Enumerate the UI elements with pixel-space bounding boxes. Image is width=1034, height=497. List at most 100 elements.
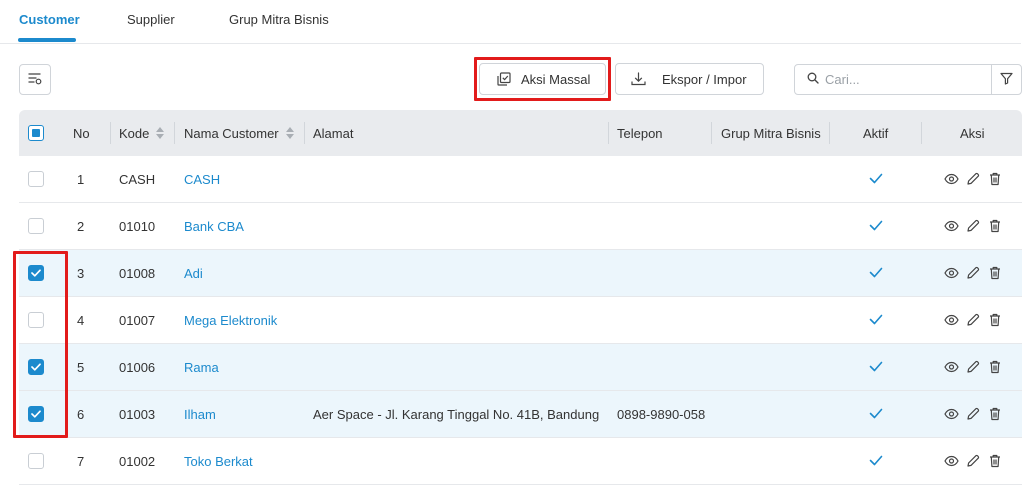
cell-aktif (869, 391, 883, 437)
bulk-action-label: Aksi Massal (521, 71, 591, 87)
cell-aksi (943, 156, 1003, 202)
eye-icon[interactable] (943, 406, 959, 422)
bulk-select-icon (497, 72, 511, 86)
cell-kode: 01010 (119, 218, 156, 234)
pencil-icon[interactable] (965, 265, 981, 281)
export-import-label: Ekspor / Impor (662, 71, 747, 87)
pencil-icon[interactable] (965, 171, 981, 187)
table-row: 2 01010 Bank CBA (19, 203, 1022, 250)
eye-icon[interactable] (943, 218, 959, 234)
trash-icon[interactable] (987, 312, 1003, 328)
tab-supplier[interactable]: Supplier (127, 12, 175, 44)
cell-kode: 01003 (119, 406, 156, 422)
cell-aksi (943, 297, 1003, 343)
cell-kode: 01007 (119, 312, 156, 328)
cell-no: 1 (77, 171, 85, 187)
column-settings-icon (28, 72, 42, 88)
row-checkbox[interactable] (28, 453, 44, 469)
header-no: No (73, 125, 90, 141)
active-tab-indicator (18, 38, 76, 42)
select-all-cell (28, 110, 44, 156)
filter-button[interactable] (991, 64, 1022, 95)
cell-aksi (943, 250, 1003, 296)
cell-aktif (869, 344, 883, 390)
cell-no: 4 (77, 312, 85, 328)
trash-icon[interactable] (987, 406, 1003, 422)
trash-icon[interactable] (987, 453, 1003, 469)
header-nama-customer[interactable]: Nama Customer (184, 110, 294, 156)
customer-name-link[interactable]: CASH (184, 156, 220, 202)
check-icon (869, 313, 883, 328)
bulk-action-button[interactable]: Aksi Massal (479, 63, 606, 95)
trash-icon[interactable] (987, 265, 1003, 281)
cell-kode: CASH (119, 171, 156, 187)
customer-name-link[interactable]: Adi (184, 250, 203, 296)
cell-aktif (869, 438, 883, 484)
row-checkbox[interactable] (28, 218, 44, 234)
pencil-icon[interactable] (965, 312, 981, 328)
cell-no: 3 (77, 265, 85, 281)
row-checkbox[interactable] (28, 359, 44, 375)
header-kode[interactable]: Kode (119, 110, 165, 156)
select-all-checkbox[interactable] (28, 125, 44, 141)
eye-icon[interactable] (943, 265, 959, 281)
eye-icon[interactable] (943, 359, 959, 375)
cell-aktif (869, 156, 883, 202)
trash-icon[interactable] (987, 359, 1003, 375)
cell-telepon: 0898-9890-058 (617, 406, 706, 422)
table-row: 4 01007 Mega Elektronik (19, 297, 1022, 344)
export-import-button[interactable]: Ekspor / Impor (615, 63, 764, 95)
table-row: 6 01003 Ilham Aer Space - Jl. Karang Tingga… (19, 391, 1022, 438)
row-select-cell (28, 391, 44, 437)
cell-aktif (869, 297, 883, 343)
sort-icon (156, 127, 165, 139)
check-icon (869, 407, 883, 422)
trash-icon[interactable] (987, 171, 1003, 187)
tab-grup-mitra-bisnis[interactable]: Grup Mitra Bisnis (229, 12, 329, 44)
cell-kode: 01008 (119, 265, 156, 281)
table-row: 1 CASH CASH (19, 156, 1022, 203)
cell-kode: 01006 (119, 359, 156, 375)
row-checkbox[interactable] (28, 406, 44, 422)
search-input[interactable] (825, 72, 975, 87)
row-select-cell (28, 156, 44, 202)
tab-bar: Customer Supplier Grup Mitra Bisnis (0, 0, 1021, 44)
customer-name-link[interactable]: Toko Berkat (184, 438, 253, 484)
check-icon (869, 360, 883, 375)
pencil-icon[interactable] (965, 406, 981, 422)
row-checkbox[interactable] (28, 265, 44, 281)
row-checkbox[interactable] (28, 171, 44, 187)
cell-aktif (869, 250, 883, 296)
customer-name-link[interactable]: Mega Elektronik (184, 297, 277, 343)
row-select-cell (28, 250, 44, 296)
row-checkbox[interactable] (28, 312, 44, 328)
trash-icon[interactable] (987, 218, 1003, 234)
table-row: 5 01006 Rama (19, 344, 1022, 391)
pencil-icon[interactable] (965, 453, 981, 469)
customer-name-link[interactable]: Bank CBA (184, 203, 244, 249)
sort-icon (285, 127, 294, 139)
eye-icon[interactable] (943, 171, 959, 187)
download-icon (631, 72, 646, 86)
pencil-icon[interactable] (965, 359, 981, 375)
cell-no: 6 (77, 406, 85, 422)
cell-alamat: Aer Space - Jl. Karang Tinggal No. 41B, … (313, 406, 600, 422)
row-select-cell (28, 203, 44, 249)
row-select-cell (28, 344, 44, 390)
eye-icon[interactable] (943, 312, 959, 328)
check-icon (869, 454, 883, 469)
cell-no: 5 (77, 359, 85, 375)
customer-name-link[interactable]: Ilham (184, 391, 216, 437)
header-aksi: Aksi (960, 125, 985, 141)
customer-name-link[interactable]: Rama (184, 344, 219, 390)
eye-icon[interactable] (943, 453, 959, 469)
cell-aksi (943, 203, 1003, 249)
check-icon (869, 172, 883, 187)
cell-no: 7 (77, 453, 85, 469)
cell-no: 2 (77, 218, 85, 234)
cell-aksi (943, 344, 1003, 390)
filter-icon (1000, 72, 1013, 88)
column-settings-button[interactable] (19, 64, 51, 95)
pencil-icon[interactable] (965, 218, 981, 234)
table-body: 1 CASH CASH 2 01010 Bank CBA 3 01008 Adi 4 01007 Me… (19, 156, 1022, 485)
